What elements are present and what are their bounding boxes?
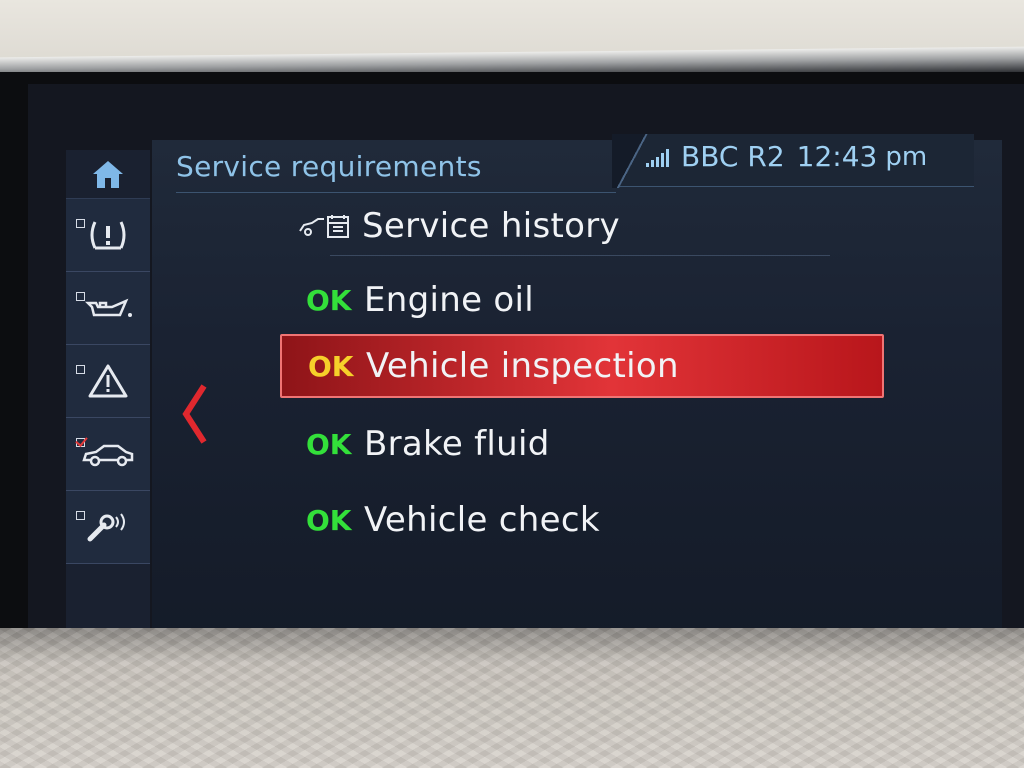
rail-checkbox bbox=[76, 292, 85, 301]
status-ok: OK bbox=[308, 349, 354, 383]
service-history-item[interactable]: Service history bbox=[280, 194, 884, 258]
car-icon bbox=[82, 444, 134, 467]
home-icon bbox=[93, 161, 123, 188]
rail-checkbox-checked bbox=[76, 438, 85, 447]
rail-checkbox bbox=[76, 511, 85, 520]
radio-station: BBC R2 bbox=[681, 140, 785, 173]
clock-ampm: pm bbox=[885, 141, 928, 172]
rail-item-warning[interactable] bbox=[66, 345, 150, 418]
rail-checkbox bbox=[76, 219, 85, 228]
dashboard-surface bbox=[0, 628, 1024, 768]
back-arrow-icon[interactable] bbox=[180, 382, 210, 446]
status-ok: OK bbox=[306, 283, 352, 317]
rail-checkbox bbox=[76, 365, 85, 374]
oil-can-icon bbox=[84, 298, 132, 317]
service-history-label: Service history bbox=[362, 206, 620, 246]
page-title: Service requirements bbox=[176, 150, 482, 183]
rail-item-vehicle[interactable] bbox=[66, 418, 150, 491]
status-bar-content: BBC R2 12:43 pm bbox=[646, 140, 966, 173]
menu-item-label: Vehicle check bbox=[364, 500, 600, 540]
menu-item-vehicle-check[interactable]: OK Vehicle check bbox=[280, 488, 884, 552]
menu-item-brake-fluid[interactable]: OK Brake fluid bbox=[280, 412, 884, 476]
left-rail bbox=[66, 150, 150, 644]
tire-pressure-warning-icon bbox=[90, 221, 126, 250]
rail-item-tire-pressure[interactable] bbox=[66, 199, 150, 272]
menu-item-vehicle-inspection[interactable]: OK Vehicle inspection bbox=[280, 334, 884, 398]
home-button[interactable] bbox=[66, 150, 150, 198]
menu-item-label: Engine oil bbox=[364, 280, 535, 320]
menu-divider bbox=[330, 255, 830, 256]
menu-item-label: Vehicle inspection bbox=[366, 346, 679, 386]
status-ok: OK bbox=[306, 427, 352, 461]
warning-triangle-icon bbox=[88, 364, 128, 398]
title-underline bbox=[176, 192, 616, 193]
rail-item-engine-oil[interactable] bbox=[66, 272, 150, 345]
rail-item-teleservice[interactable] bbox=[66, 491, 150, 564]
service-history-icon bbox=[298, 213, 352, 239]
menu-item-engine-oil[interactable]: OK Engine oil bbox=[280, 268, 884, 332]
status-ok: OK bbox=[306, 503, 352, 537]
clock-time: 12:43 bbox=[796, 140, 878, 173]
wrench-service-icon bbox=[87, 513, 125, 542]
menu-item-label: Brake fluid bbox=[364, 424, 550, 464]
rail-list bbox=[66, 198, 150, 564]
signal-strength-icon bbox=[646, 147, 669, 167]
